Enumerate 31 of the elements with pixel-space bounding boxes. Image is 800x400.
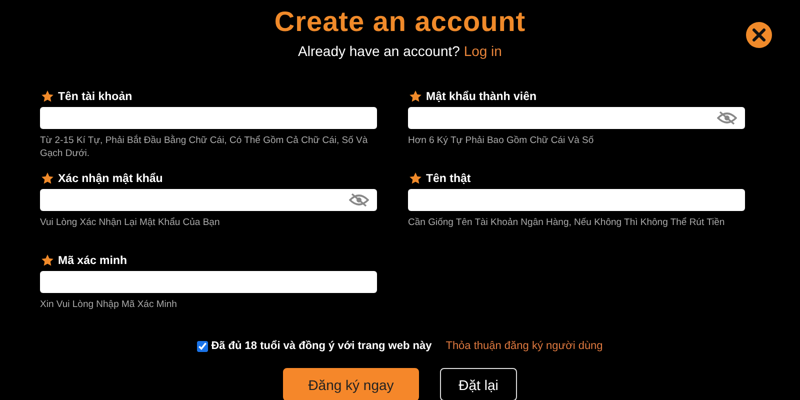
hint-text: Xin Vui Lòng Nhập Mã Xác Minh <box>40 298 178 311</box>
field-label: Mật khẩu thành viên <box>426 90 537 102</box>
input-field[interactable] <box>40 107 377 129</box>
hint-text: Từ 2-15 Kí Tự, Phải Bắt Đầu Bằng Chữ Cái, Có Thể Gồm Cả Chữ Cái, Số Và Gạch Dưới. <box>40 134 369 160</box>
field-label: Tên tài khoản <box>58 90 132 102</box>
close-icon[interactable] <box>746 22 772 48</box>
input-field[interactable] <box>408 107 745 129</box>
star-icon <box>41 254 54 267</box>
input-field[interactable] <box>408 189 745 211</box>
dialog-title: Create an account <box>274 5 526 39</box>
register-button[interactable]: Đăng ký ngay <box>283 368 419 400</box>
login-link[interactable]: Log in <box>464 43 502 59</box>
hint-text: Vui Lòng Xác Nhận Lại Mật Khẩu Của Bạn <box>40 216 221 229</box>
field-label: Mã xác minh <box>58 254 128 266</box>
input-field[interactable] <box>40 271 377 293</box>
hint-text: Cần Giống Tên Tài Khoản Ngân Hàng, Nếu Không Thì Không Thể Rút Tiền <box>408 216 726 229</box>
agreement-label: Đã đủ 18 tuổi và đồng ý với trang web này <box>211 340 432 352</box>
field-label: Xác nhận mật khẩu <box>58 172 163 184</box>
reset-button[interactable]: Đặt lại <box>440 368 517 400</box>
star-icon <box>409 172 422 185</box>
eye-slash-icon[interactable] <box>349 193 369 207</box>
terms-link[interactable]: Thỏa thuận đăng ký người dùng <box>446 340 603 352</box>
input-field[interactable] <box>40 189 377 211</box>
star-icon <box>409 90 422 103</box>
star-icon <box>41 172 54 185</box>
agreement-checkbox[interactable] <box>197 340 208 352</box>
hint-text: Hơn 6 Ký Tự Phải Bao Gồm Chữ Cái Và Số <box>408 134 595 147</box>
field-label: Tên thật <box>426 172 471 184</box>
star-icon <box>41 90 54 103</box>
eye-slash-icon[interactable] <box>717 111 737 125</box>
login-prompt: Already have an account? <box>298 43 460 59</box>
